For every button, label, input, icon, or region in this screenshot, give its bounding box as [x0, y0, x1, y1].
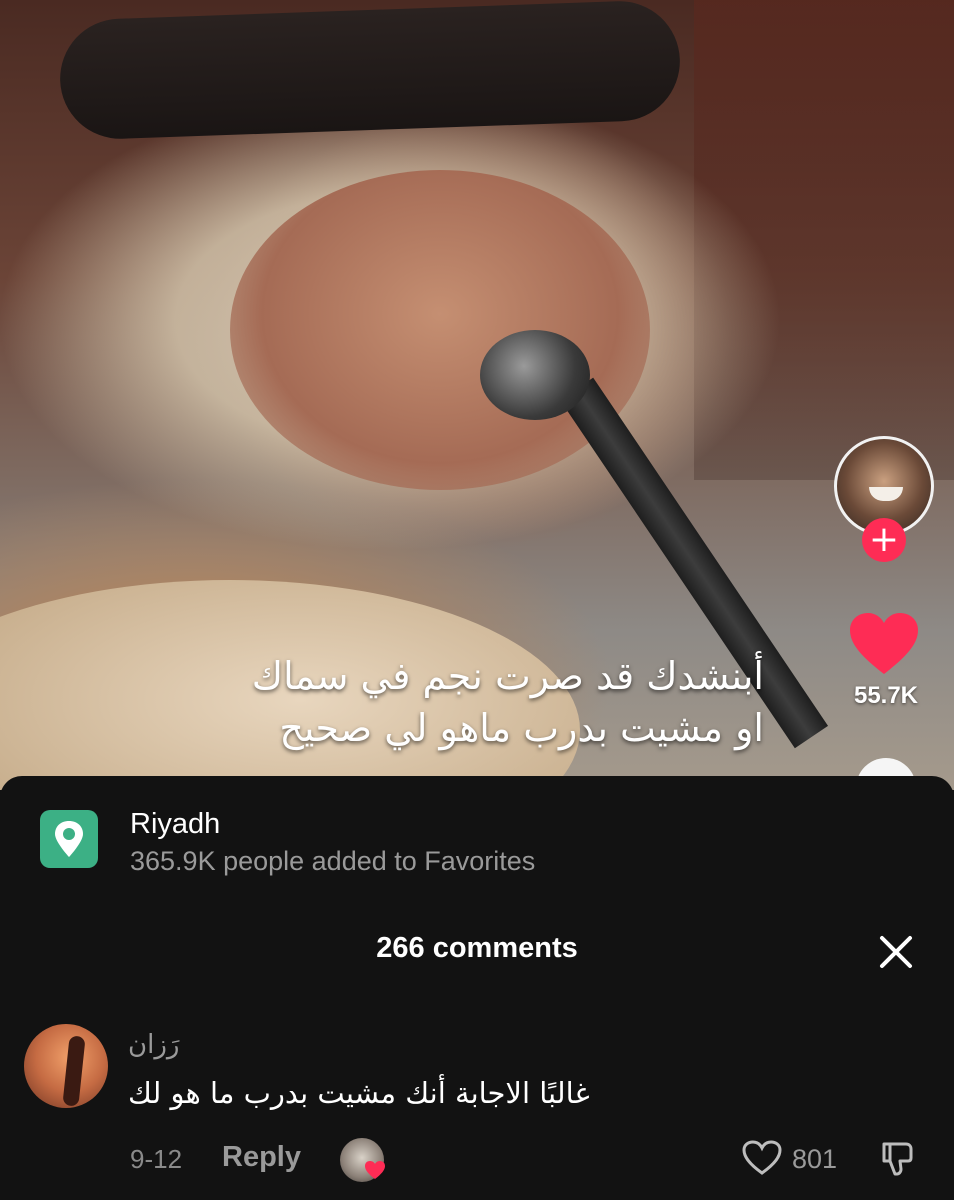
- comment-like-count: 801: [792, 1144, 838, 1174]
- comment-username[interactable]: رَزان: [128, 1030, 179, 1060]
- heart-icon: [365, 1161, 385, 1179]
- heart-outline-icon[interactable]: [742, 1140, 782, 1176]
- microphone: [480, 330, 590, 420]
- location-favorites-count: 365.9K people added to Favorites: [130, 846, 536, 876]
- video-caption: أبنشدك قد صرت نجم في سماك او مشيت بدرب م…: [164, 650, 764, 754]
- dislike-icon[interactable]: [878, 1138, 918, 1178]
- creator-liked-badge: [340, 1138, 385, 1182]
- like-heart-icon[interactable]: [848, 612, 920, 676]
- follow-button[interactable]: +: [862, 518, 906, 562]
- comment-text: غالبًا الاجابة أنك مشيت بدرب ما هو لك: [128, 1076, 590, 1110]
- caption-line-1: أبنشدك قد صرت نجم في سماك: [251, 654, 764, 698]
- map-pin-icon[interactable]: [40, 810, 98, 868]
- location-title[interactable]: Riyadh: [130, 808, 220, 841]
- video-like-count: 55.7K: [853, 682, 919, 709]
- caption-line-2: او مشيت بدرب ماهو لي صحيح: [279, 706, 764, 750]
- reply-button[interactable]: Reply: [222, 1141, 301, 1174]
- comments-count-title: 266 comments: [376, 932, 578, 964]
- commenter-avatar[interactable]: [24, 1024, 108, 1108]
- close-icon[interactable]: [872, 928, 920, 976]
- comment-date: 9-12: [130, 1144, 183, 1174]
